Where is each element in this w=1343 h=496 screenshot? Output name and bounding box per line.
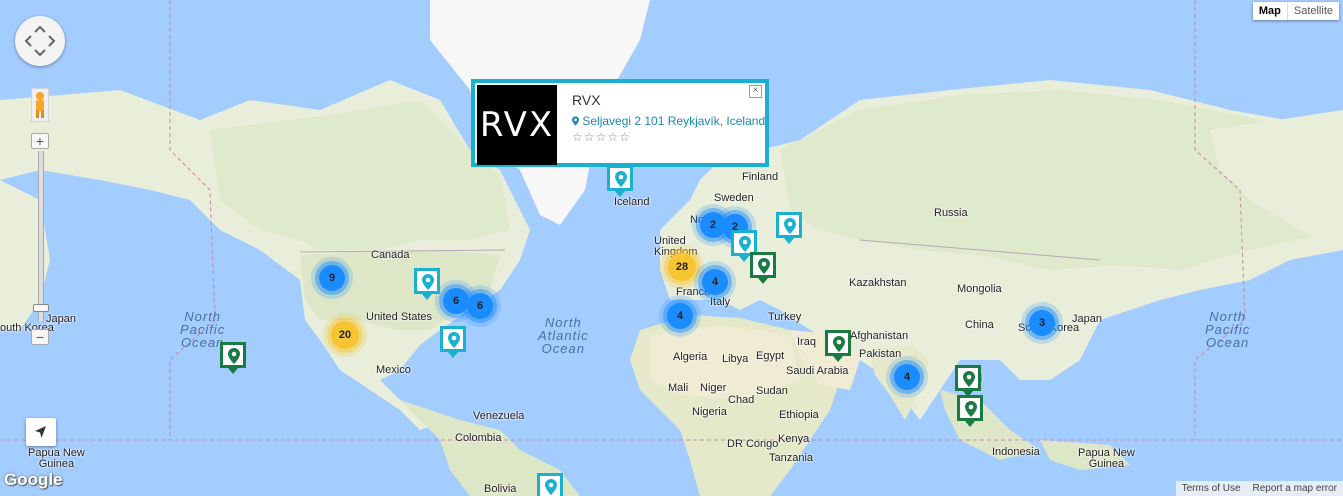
terms-of-use-link[interactable]: Terms of Use (1175, 481, 1247, 496)
map-marker[interactable] (750, 252, 776, 284)
label-papua-right: Papua New Guinea (1078, 447, 1135, 470)
map-type-satellite-button[interactable]: Satellite (1286, 2, 1339, 20)
label-tanzania: Tanzania (769, 452, 814, 464)
ocean-label-north-pacific-right: North Pacific Ocean (1205, 309, 1251, 350)
label-colombia: Colombia (455, 432, 502, 444)
label-mexico: Mexico (376, 364, 411, 376)
cluster-marker[interactable]: 28 (668, 253, 696, 281)
label-mongolia: Mongolia (957, 283, 1002, 295)
label-iceland: Iceland (614, 196, 650, 208)
label-mali: Mali (668, 382, 689, 394)
location-arrow-icon (35, 426, 46, 438)
label-kenya: Kenya (778, 433, 810, 445)
label-algeria: Algeria (673, 351, 708, 363)
map-pin-icon (833, 336, 845, 352)
label-libya: Libya (722, 353, 749, 365)
zoom-out-button[interactable]: − (31, 329, 49, 345)
map-pin-icon (545, 479, 557, 495)
pegman-icon[interactable] (30, 87, 50, 123)
map-pin-icon (758, 258, 770, 274)
rvx-logo: RVX (477, 85, 557, 165)
label-saudi-arabia: Saudi Arabia (786, 365, 849, 377)
label-ethiopia: Ethiopia (779, 409, 819, 421)
label-finland: Finland (742, 171, 779, 183)
address-text: Seljavegi 2 101 Reykjavík, Iceland (582, 114, 766, 128)
map-type-control: Map Satellite (1252, 2, 1339, 20)
google-logo: Google (4, 470, 63, 489)
label-dr-congo: DR Congo (727, 438, 779, 450)
map-pin-icon (965, 401, 977, 417)
info-window-address: Seljavegi 2 101 Reykjavík, Iceland (572, 114, 765, 128)
label-bolivia: Bolivia (484, 483, 517, 495)
zoom-slider-track[interactable] (38, 151, 44, 321)
map-marker[interactable] (825, 330, 851, 362)
zoom-control: + − (31, 133, 49, 348)
zoom-slider-thumb[interactable] (33, 304, 49, 312)
label-venezuela: Venezuela (473, 410, 525, 422)
label-china: China (965, 319, 994, 331)
map-canvas[interactable]: North Pacific Ocean North Atlantic Ocean… (0, 0, 1343, 496)
close-icon[interactable]: × (749, 85, 762, 98)
label-sudan: Sudan (756, 385, 788, 397)
map-type-map-button[interactable]: Map (1252, 2, 1287, 20)
cluster-marker[interactable]: 4 (667, 303, 693, 329)
pan-control[interactable] (15, 16, 65, 66)
map-marker[interactable] (776, 212, 802, 244)
map-pin-icon (422, 274, 434, 290)
label-iraq: Iraq (797, 336, 816, 348)
map-footer: Terms of Use Report a map error (1175, 481, 1343, 496)
cluster-marker[interactable]: 6 (467, 293, 493, 319)
pan-arrows-icon (24, 25, 56, 57)
label-papua-left: Papua New Guinea (28, 447, 85, 470)
label-pakistan: Pakistan (859, 348, 902, 360)
cluster-marker[interactable]: 6 (443, 288, 469, 314)
map-pin-icon (784, 218, 796, 234)
label-indonesia: Indonesia (992, 446, 1040, 458)
my-location-button[interactable] (26, 418, 56, 446)
label-egypt: Egypt (756, 350, 785, 362)
label-turkey: Turkey (768, 311, 802, 323)
cluster-marker[interactable]: 9 (319, 265, 345, 291)
ocean-label-north-pacific-left: North Pacific Ocean (180, 309, 226, 350)
map-marker[interactable] (537, 473, 563, 496)
label-niger: Niger (700, 382, 727, 394)
label-united-states: United States (366, 311, 433, 323)
info-window-title[interactable]: RVX (572, 92, 601, 108)
rating-stars: ☆☆☆☆☆ (572, 130, 631, 144)
map-pin-icon (963, 371, 975, 387)
label-nigeria: Nigeria (692, 406, 727, 418)
map-marker[interactable] (440, 326, 466, 358)
map-pin-icon (739, 236, 751, 252)
zoom-in-button[interactable]: + (31, 133, 49, 149)
report-map-error-link[interactable]: Report a map error (1246, 481, 1343, 496)
ocean-label-north-atlantic: North Atlantic Ocean (538, 315, 589, 356)
map-marker[interactable] (957, 395, 983, 427)
label-italy: Italy (710, 296, 731, 308)
cluster-marker[interactable]: 20 (331, 321, 359, 349)
map-pin-icon (615, 171, 627, 187)
cluster-marker[interactable]: 3 (1029, 310, 1055, 336)
label-japan-left: Japan (46, 313, 76, 325)
cluster-marker[interactable]: 4 (702, 269, 728, 295)
map-pin-icon (448, 332, 460, 348)
label-canada: Canada (371, 249, 410, 261)
label-russia: Russia (934, 207, 968, 219)
label-kazakhstan: Kazakhstan (849, 277, 907, 289)
label-afghanistan: Afghanistan (850, 330, 909, 342)
label-chad: Chad (728, 394, 755, 406)
cluster-marker[interactable]: 4 (894, 364, 920, 390)
map-marker[interactable] (955, 365, 981, 397)
map-pin-icon (228, 348, 240, 364)
info-window: RVX RVX Seljavegi 2 101 Reykjavík, Icela… (471, 79, 769, 167)
map-marker[interactable] (414, 268, 440, 300)
map-marker[interactable] (220, 342, 246, 374)
location-pin-icon (572, 116, 579, 126)
label-sweden: Sweden (714, 192, 754, 204)
map-marker[interactable] (607, 165, 633, 197)
